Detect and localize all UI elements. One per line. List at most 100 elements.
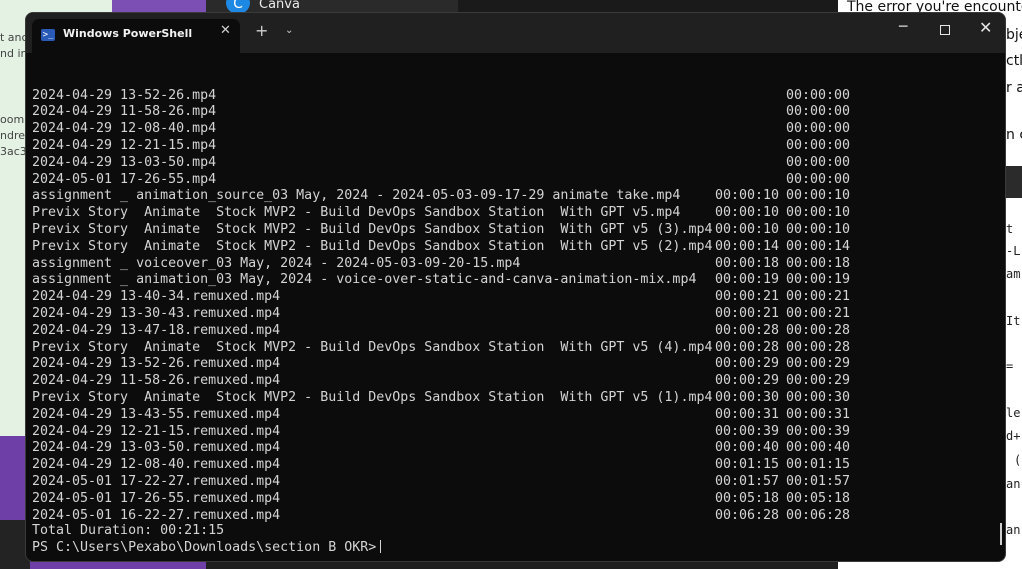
file-name: assignment _ animation_03 May, 2024 - vo… xyxy=(32,272,697,288)
file-name: Previx Story Animate Stock MVP2 - Build … xyxy=(32,205,681,221)
output-row: 2024-05-01 16-22-27.remuxed.mp4 00:06:28 0… xyxy=(32,508,1005,525)
text-cursor xyxy=(380,540,382,553)
chevron-down-icon[interactable]: ⌄ xyxy=(285,25,293,36)
duration-value: 00:06:28 xyxy=(715,507,780,523)
cumulative-duration-value: 00:00:10 xyxy=(786,221,851,237)
output-row: 2024-04-29 11-58-26.remuxed.mp4 00:00:29 0… xyxy=(32,373,1005,390)
background-right-code: It xyxy=(1006,314,1021,328)
output-list: 2024-04-29 13-52-26.mp4 00:00:00 2024-04-2… xyxy=(32,88,1005,525)
file-name: 2024-04-29 13-03-50.mp4 xyxy=(32,154,217,170)
cumulative-duration-value: 00:00:39 xyxy=(786,423,851,439)
cumulative-duration-value: 00:00:10 xyxy=(786,205,851,221)
title-bar[interactable]: >_ Windows PowerShell ✕ + ⌄ ─ ✕ xyxy=(26,13,1005,53)
cumulative-duration-value: 00:00:00 xyxy=(786,87,851,103)
maximize-button[interactable] xyxy=(940,25,950,35)
duration-value: 00:00:21 xyxy=(715,305,780,321)
cumulative-duration-value: 00:00:31 xyxy=(786,406,851,422)
prompt-text: PS C:\Users\Pexabo\Downloads\section B O… xyxy=(32,540,377,555)
file-name: 2024-04-29 13-40-34.remuxed.mp4 xyxy=(32,289,281,305)
cumulative-duration-value: 00:00:00 xyxy=(786,137,851,153)
output-row: 2024-05-01 17-26-55.remuxed.mp4 00:05:18 0… xyxy=(32,491,1005,508)
duration-value: 00:01:57 xyxy=(715,473,780,489)
background-right-text: n c xyxy=(1006,127,1022,143)
file-name: 2024-05-01 16-22-27.remuxed.mp4 xyxy=(32,507,281,523)
background-right-code: an xyxy=(1006,523,1021,537)
file-name: 2024-04-29 11-58-26.mp4 xyxy=(32,104,217,120)
duration-value: 00:00:40 xyxy=(715,440,780,456)
background-right-text: r a xyxy=(1006,80,1022,96)
duration-value: 00:00:10 xyxy=(715,205,780,221)
new-tab-button[interactable]: + xyxy=(255,21,268,40)
output-row: assignment _ voiceover_03 May, 2024 - 20… xyxy=(32,256,1005,273)
background-right-code: t xyxy=(1006,222,1014,236)
file-name: 2024-04-29 13-30-43.remuxed.mp4 xyxy=(32,305,281,321)
cumulative-duration-value: 00:06:28 xyxy=(786,507,851,523)
duration-value: 00:00:28 xyxy=(715,339,780,355)
duration-value: 00:00:29 xyxy=(715,356,780,372)
cumulative-duration-value: 00:01:15 xyxy=(786,457,851,473)
duration-value: 00:00:29 xyxy=(715,373,780,389)
file-name: Previx Story Animate Stock MVP2 - Build … xyxy=(32,339,713,355)
duration-value: 00:00:18 xyxy=(715,255,780,271)
output-row: 2024-04-29 13-03-50.remuxed.mp4 00:00:40 0… xyxy=(32,440,1005,457)
file-name: 2024-04-29 12-21-15.remuxed.mp4 xyxy=(32,423,281,439)
tab-close-icon[interactable]: ✕ xyxy=(220,23,231,38)
background-top-dark xyxy=(458,0,838,12)
output-row: 2024-04-29 12-21-15.remuxed.mp4 00:00:39 0… xyxy=(32,424,1005,441)
command-prompt[interactable]: PS C:\Users\Pexabo\Downloads\section B O… xyxy=(32,540,382,557)
background-right-code: an xyxy=(1006,477,1021,491)
cumulative-duration-value: 00:00:10 xyxy=(786,188,851,204)
cumulative-duration-value: 00:00:00 xyxy=(786,121,851,137)
file-name: 2024-04-29 13-52-26.mp4 xyxy=(32,87,217,103)
duration-value: 00:00:31 xyxy=(715,406,780,422)
background-right-code: = xyxy=(1006,359,1014,373)
file-name: 2024-04-29 13-03-50.remuxed.mp4 xyxy=(32,440,281,456)
background-right-code: am xyxy=(1006,267,1021,281)
output-row: Previx Story Animate Stock MVP2 - Build … xyxy=(32,390,1005,407)
output-row: 2024-04-29 13-03-50.mp4 00:00:00 xyxy=(32,155,1005,172)
file-name: 2024-04-29 13-47-18.remuxed.mp4 xyxy=(32,322,281,338)
cumulative-duration-value: 00:00:21 xyxy=(786,305,851,321)
close-button[interactable]: ✕ xyxy=(979,18,992,37)
file-name: 2024-04-29 13-52-26.remuxed.mp4 xyxy=(32,356,281,372)
cumulative-duration-value: 00:00:14 xyxy=(786,238,851,254)
minimize-button[interactable]: ─ xyxy=(899,19,907,35)
cumulative-duration-value: 00:00:28 xyxy=(786,339,851,355)
background-left-text: t anc xyxy=(0,31,28,44)
total-duration: Total Duration: 00:21:15 xyxy=(32,523,225,538)
powershell-window[interactable]: >_ Windows PowerShell ✕ + ⌄ ─ ✕ 2024-04-… xyxy=(25,12,1006,562)
duration-value: 00:00:19 xyxy=(715,272,780,288)
file-name: assignment _ animation_source_03 May, 20… xyxy=(32,188,681,204)
duration-value: 00:01:15 xyxy=(715,457,780,473)
background-right-text: bje xyxy=(1006,27,1022,43)
file-name: Previx Story Animate Stock MVP2 - Build … xyxy=(32,238,713,254)
file-name: 2024-05-01 17-26-55.remuxed.mp4 xyxy=(32,490,281,506)
file-name: 2024-05-01 17-26-55.mp4 xyxy=(32,171,217,187)
tab-windows-powershell[interactable]: >_ Windows PowerShell ✕ xyxy=(32,19,240,53)
output-row: 2024-05-01 17-26-55.mp4 00:00:00 xyxy=(32,172,1005,189)
output-row: 2024-04-29 13-43-55.remuxed.mp4 00:00:31 0… xyxy=(32,407,1005,424)
output-row: assignment _ animation_source_03 May, 20… xyxy=(32,188,1005,205)
output-row: Previx Story Animate Stock MVP2 - Build … xyxy=(32,239,1005,256)
output-row: 2024-04-29 13-40-34.remuxed.mp4 00:00:21 0… xyxy=(32,289,1005,306)
background-left-text: oom xyxy=(0,113,25,126)
cumulative-duration-value: 00:00:28 xyxy=(786,322,851,338)
output-row: 2024-04-29 13-30-43.remuxed.mp4 00:00:21 0… xyxy=(32,306,1005,323)
file-name: Previx Story Animate Stock MVP2 - Build … xyxy=(32,389,713,405)
output-row: 2024-04-29 13-47-18.remuxed.mp4 00:00:28 0… xyxy=(32,323,1005,340)
cumulative-duration-value: 00:00:00 xyxy=(786,154,851,170)
cumulative-duration-value: 00:00:29 xyxy=(786,356,851,372)
output-row: Previx Story Animate Stock MVP2 - Build … xyxy=(32,205,1005,222)
terminal-output[interactable]: 2024-04-29 13-52-26.mp4 00:00:00 2024-04-2… xyxy=(26,53,1005,561)
cumulative-duration-value: 00:05:18 xyxy=(786,490,851,506)
cumulative-duration-value: 00:01:57 xyxy=(786,473,851,489)
output-row: 2024-04-29 12-21-15.mp4 00:00:00 xyxy=(32,138,1005,155)
scrollbar[interactable] xyxy=(1000,523,1002,545)
background-right-code: d+ xyxy=(1006,429,1021,443)
output-row: 2024-04-29 13-52-26.mp4 00:00:00 xyxy=(32,88,1005,105)
duration-value: 00:00:14 xyxy=(715,238,780,254)
output-row: Previx Story Animate Stock MVP2 - Build … xyxy=(32,222,1005,239)
canva-label[interactable]: Canva xyxy=(259,0,300,12)
output-row: 2024-05-01 17-22-27.remuxed.mp4 00:01:57 0… xyxy=(32,474,1005,491)
background-right-code: ( xyxy=(1014,453,1022,467)
